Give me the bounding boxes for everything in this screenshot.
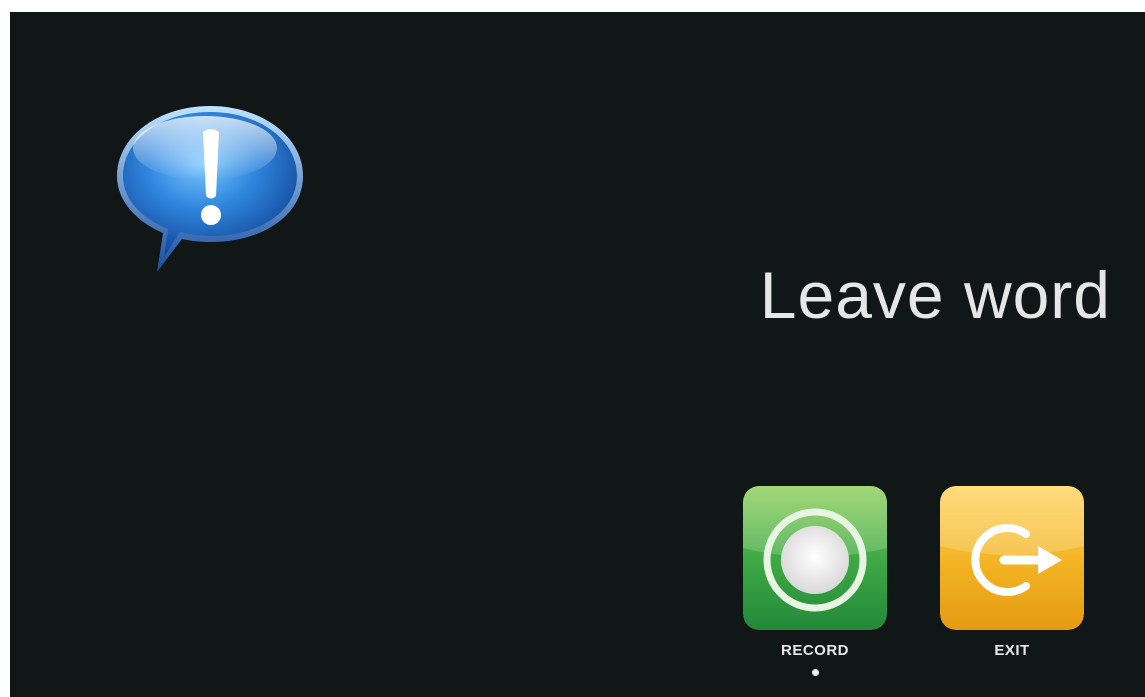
exit-button[interactable]: EXIT	[937, 486, 1087, 659]
exit-arrow-icon[interactable]	[940, 486, 1084, 630]
record-label: RECORD	[780, 642, 849, 659]
screen: Leave word RECORD EXIT	[10, 12, 1145, 697]
speech-bubble-exclamation-icon	[113, 102, 307, 277]
exit-label: EXIT	[994, 642, 1030, 659]
page-title: Leave word	[759, 258, 1111, 332]
selection-indicator	[811, 669, 819, 676]
record-button[interactable]: RECORD	[740, 486, 890, 676]
record-icon[interactable]	[743, 486, 887, 630]
